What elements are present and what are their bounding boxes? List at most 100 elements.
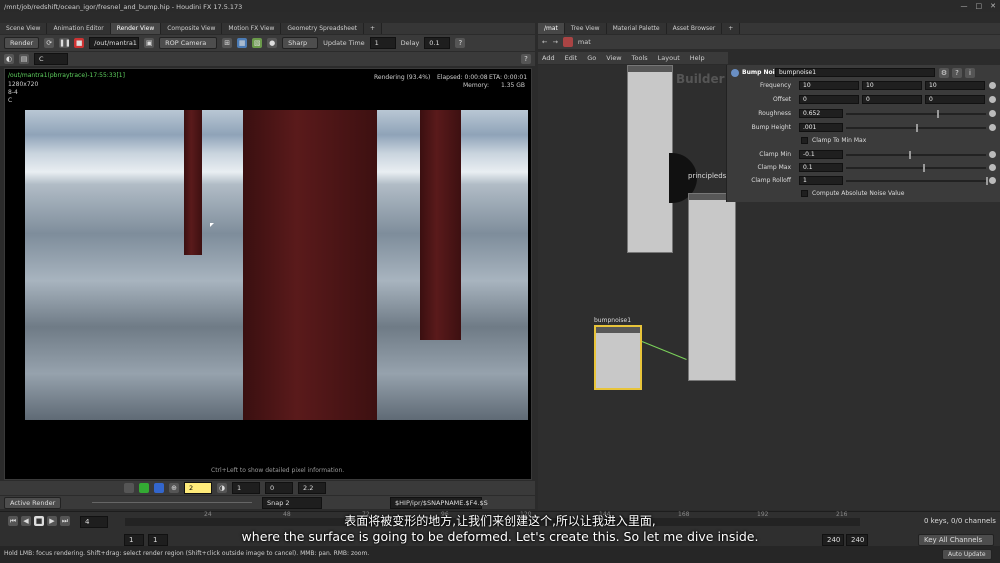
offset-gear-icon[interactable] — [989, 96, 996, 103]
clamp-max-gear-icon[interactable] — [989, 164, 996, 171]
roughness-slider[interactable] — [846, 110, 986, 118]
zoom-field[interactable]: 2.2 — [298, 482, 326, 494]
region-icon[interactable]: ▦ — [237, 38, 248, 48]
color-green-icon[interactable] — [139, 483, 149, 493]
clamp-rolloff-knob[interactable] — [986, 177, 988, 185]
roughness-field[interactable]: 0.652 — [799, 109, 843, 118]
bump-height-knob[interactable] — [916, 124, 918, 132]
zoom-icon[interactable]: ⊕ — [169, 483, 179, 493]
frequency-x[interactable]: 10 — [799, 81, 859, 90]
help-icon-2[interactable]: ? — [521, 54, 531, 64]
info-icon[interactable]: i — [965, 68, 975, 78]
exposure-field[interactable]: 0 — [265, 482, 293, 494]
frequency-z[interactable]: 10 — [925, 81, 985, 90]
display-mode-icon[interactable]: ◐ — [4, 54, 14, 64]
roughness-knob[interactable] — [937, 110, 939, 118]
clamp-min-knob[interactable] — [909, 151, 911, 159]
menu-add[interactable]: Add — [542, 54, 555, 62]
menu-go[interactable]: Go — [587, 54, 596, 62]
bump-height-field[interactable]: .001 — [799, 123, 843, 132]
menu-layout[interactable]: Layout — [658, 54, 680, 62]
clamp-rolloff-gear-icon[interactable] — [989, 177, 996, 184]
pause-icon[interactable]: ❚❚ — [59, 38, 71, 48]
bump-height-gear-icon[interactable] — [989, 124, 996, 131]
absolute-noise-checkbox[interactable] — [801, 190, 808, 197]
clamp-rolloff-field[interactable]: 1 — [799, 176, 843, 185]
update-time-field[interactable]: 1 — [369, 37, 396, 49]
tab-asset-browser[interactable]: Asset Browser — [666, 23, 723, 34]
network-menu: Add Edit Go View Tools Layout Help — [538, 52, 728, 64]
node-principled-shader[interactable] — [688, 193, 736, 381]
preview-icon[interactable]: ▧ — [252, 38, 263, 48]
active-render-button[interactable]: Active Render — [4, 496, 62, 509]
node-material-output[interactable] — [627, 65, 673, 253]
clamp-max-field[interactable]: 0.1 — [799, 163, 843, 172]
offset-y[interactable]: 0 — [862, 95, 922, 104]
maximize-button[interactable]: □ — [976, 2, 983, 10]
channel-icon[interactable]: ▤ — [19, 54, 29, 64]
camera-select[interactable]: ROP Camera — [159, 37, 218, 49]
refresh-icon[interactable]: ⟳ — [44, 38, 55, 48]
gamma-icon[interactable]: ◑ — [217, 483, 227, 493]
clamp-max-slider[interactable] — [846, 164, 986, 172]
clamp-min-gear-icon[interactable] — [989, 151, 996, 158]
light-icon[interactable]: ● — [267, 38, 278, 48]
tab-tree-view[interactable]: Tree View — [564, 23, 607, 34]
clamp-max-knob[interactable] — [923, 164, 925, 172]
delay-field[interactable]: 0.1 — [424, 37, 451, 49]
node-name-field[interactable]: bumpnoise1 — [775, 68, 935, 77]
snapshot-icon[interactable]: ⊞ — [222, 38, 233, 48]
help-icon[interactable]: ? — [455, 38, 466, 48]
tab-material-palette[interactable]: Material Palette — [606, 23, 667, 34]
snap-field[interactable]: Snap 2 — [262, 496, 322, 509]
add-tab-button[interactable]: + — [364, 23, 383, 34]
rop-path-field[interactable]: /out/mantra1 — [89, 37, 140, 49]
menu-view[interactable]: View — [606, 54, 621, 62]
snapshot-slider[interactable] — [92, 502, 252, 503]
offset-z[interactable]: 0 — [925, 95, 985, 104]
minimize-button[interactable]: — — [961, 2, 968, 10]
clamp-min-slider[interactable] — [846, 151, 986, 159]
menu-help[interactable]: Help — [690, 54, 705, 62]
snapshot-path-field[interactable]: $HIP/ipr/$SNAPNAME.$F4.$S — [390, 496, 488, 509]
window-controls: — □ ✕ — [961, 2, 997, 10]
menu-edit[interactable]: Edit — [565, 54, 578, 62]
tab-render-view[interactable]: Render View — [110, 23, 162, 34]
network-path[interactable]: mat — [578, 38, 591, 46]
frequency-gear-icon[interactable] — [989, 82, 996, 89]
bump-height-slider[interactable] — [846, 124, 986, 132]
render-button[interactable]: Render — [4, 37, 40, 49]
tab-geometry-spreadsheet[interactable]: Geometry Spreadsheet — [281, 23, 364, 34]
back-arrow-icon[interactable]: ← — [542, 38, 547, 46]
clamp-rolloff-slider[interactable] — [846, 177, 988, 185]
offset-x[interactable]: 0 — [799, 95, 859, 104]
channel-select[interactable]: C — [34, 53, 68, 65]
clamp-checkbox[interactable] — [801, 137, 808, 144]
color-blue-icon[interactable] — [154, 483, 164, 493]
render-progress: Rendering (93.4%) — [374, 74, 431, 81]
gear-icon[interactable]: ⚙ — [939, 68, 949, 78]
filter-select[interactable]: Sharp — [282, 37, 319, 49]
node-bumpnoise[interactable] — [594, 325, 642, 390]
tab-scene-view[interactable]: Scene View — [0, 23, 48, 34]
update-time-label: Update Time — [323, 39, 365, 47]
tab-motion-fx-view[interactable]: Motion FX View — [222, 23, 282, 34]
tab-composite-view[interactable]: Composite View — [161, 23, 223, 34]
frame-field[interactable]: 2 — [184, 482, 212, 494]
delay-label: Delay — [400, 39, 420, 47]
stop-icon[interactable]: ■ — [74, 38, 85, 48]
roughness-gear-icon[interactable] — [989, 110, 996, 117]
add-tab-button-right[interactable]: + — [722, 23, 741, 34]
tab-animation-editor[interactable]: Animation Editor — [47, 23, 111, 34]
color-red-icon[interactable] — [124, 483, 134, 493]
gamma-field[interactable]: 1 — [232, 482, 260, 494]
help-icon-param[interactable]: ? — [952, 68, 962, 78]
menu-tools[interactable]: Tools — [632, 54, 648, 62]
auto-update-button[interactable]: Auto Update — [942, 549, 992, 560]
forward-arrow-icon[interactable]: → — [552, 38, 557, 46]
frequency-y[interactable]: 10 — [862, 81, 922, 90]
viewport-bits: 8-4 — [8, 89, 18, 96]
close-button[interactable]: ✕ — [990, 2, 996, 10]
tab-mat[interactable]: /mat — [538, 23, 565, 34]
clamp-min-field[interactable]: -0.1 — [799, 150, 843, 159]
